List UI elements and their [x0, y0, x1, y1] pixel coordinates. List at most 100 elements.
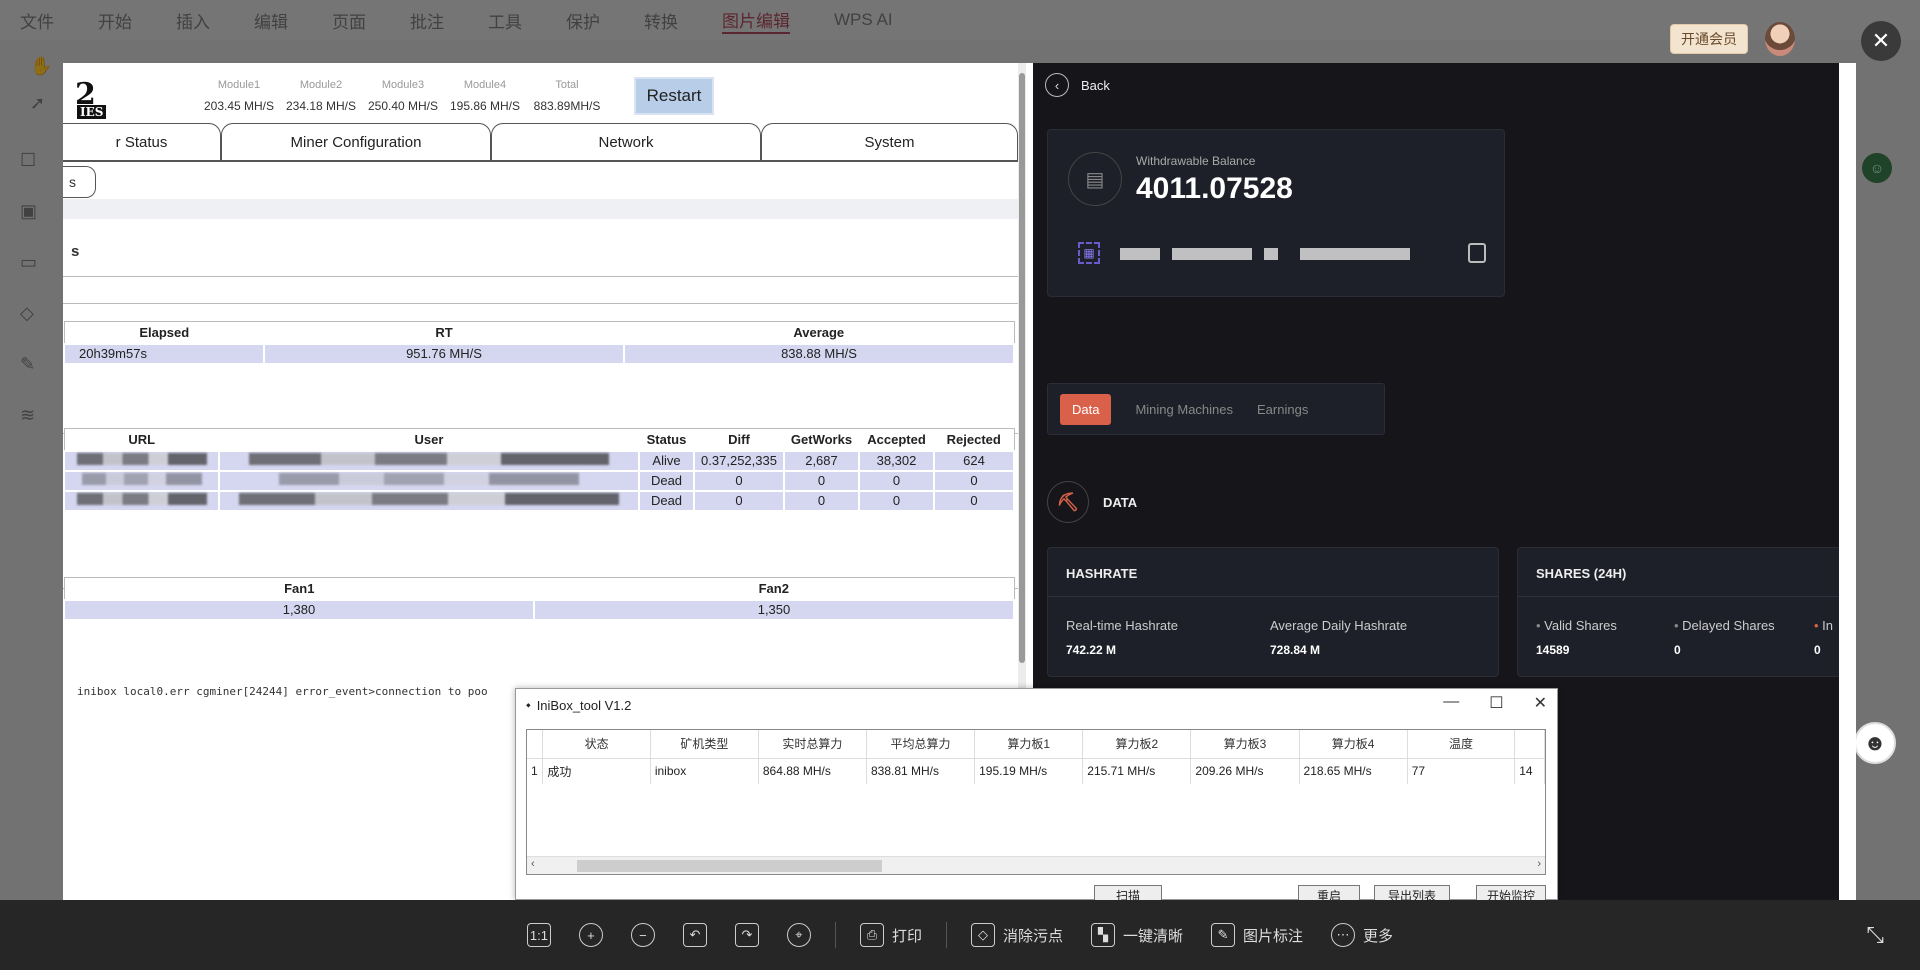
valid-dot-icon: •: [1536, 618, 1545, 633]
rotate-left-icon: ↶: [682, 923, 707, 947]
tab-status[interactable]: r Status: [63, 123, 221, 161]
exit-fullscreen-icon[interactable]: ⤡: [1866, 922, 1884, 948]
delayed-dot-icon: •: [1674, 618, 1683, 633]
fan1-value: 1,380: [63, 598, 535, 621]
col-extra: [1514, 730, 1545, 759]
more-button[interactable]: ⋯ 更多: [1317, 923, 1407, 947]
redacted-text: [76, 493, 207, 505]
vertical-scrollbar[interactable]: [1018, 63, 1026, 688]
zoom-in-button[interactable]: +: [565, 923, 617, 947]
user-avatar[interactable]: [1765, 22, 1795, 56]
rotate-right-button[interactable]: ↷: [721, 923, 773, 947]
toolbar-separator: [945, 922, 947, 948]
divider: [1048, 596, 1498, 597]
col-temperature: 温度: [1407, 730, 1516, 759]
section-title: s: [71, 243, 80, 260]
redacted-text: [81, 473, 202, 485]
col-url: URL: [64, 428, 219, 451]
sharpen-icon: ▚: [1090, 923, 1115, 947]
table-row: 1,380 1,350: [63, 598, 1015, 621]
table-row[interactable]: 1 成功 inibox 864.88 MH/s 838.81 MH/s 195.…: [527, 758, 1545, 784]
metric-value: 14589: [1536, 643, 1570, 657]
data-heading: ⛏ DATA: [1047, 481, 1137, 523]
wallet-icon: ▤: [1068, 152, 1122, 206]
tab-data[interactable]: Data: [1060, 393, 1112, 425]
valid-shares: • Valid Shares 14589: [1536, 618, 1617, 657]
module-label: Module1: [217, 79, 261, 91]
restart-button[interactable]: Restart: [634, 77, 714, 115]
back-button[interactable]: ‹ Back: [1045, 73, 1110, 97]
one-click-clear-label: 一键清晰: [1122, 927, 1183, 945]
module-value: 195.86 MH/S: [449, 99, 521, 113]
scroll-right-icon[interactable]: ›: [1537, 858, 1541, 870]
module-hashrates: Module1 203.45 MH/S Module2 234.18 MH/S Mo…: [203, 79, 603, 113]
horizontal-scrollbar[interactable]: ‹ ›: [527, 856, 1545, 874]
col-index: [527, 730, 544, 759]
cell-extra: 14: [1514, 758, 1545, 784]
location-button[interactable]: ⌖: [773, 923, 825, 947]
balance-value: 4011.07528: [1136, 172, 1293, 205]
redacted-text: [1300, 248, 1410, 260]
zoom-in-icon: +: [578, 923, 603, 947]
redacted-text: [76, 453, 207, 465]
printer-icon: ⎙: [859, 923, 884, 947]
close-icon[interactable]: ✕: [1861, 21, 1901, 61]
scrollbar-thumb[interactable]: [1019, 73, 1025, 663]
cell-miner-type: inibox: [650, 758, 759, 784]
remove-spots-button[interactable]: ◇ 消除污点: [957, 923, 1077, 947]
annotate-pen-icon: ✎: [1211, 923, 1235, 947]
dashboard-tabs: Data Mining Machines Earnings: [1047, 383, 1385, 435]
restart-button[interactable]: 重启: [1298, 885, 1360, 900]
tab-miner-configuration[interactable]: Miner Configuration: [221, 123, 491, 161]
row-index: 1: [527, 758, 544, 784]
scroll-left-icon[interactable]: ‹: [531, 858, 535, 870]
col-fan1: Fan1: [64, 577, 534, 600]
copy-icon[interactable]: [1468, 243, 1486, 263]
col-diff: Diff: [694, 428, 784, 451]
tab-system[interactable]: System: [761, 123, 1018, 161]
maximize-icon[interactable]: ☐: [1489, 693, 1503, 713]
actual-size-button[interactable]: 1:1: [513, 923, 565, 947]
col-rt: RT: [264, 321, 624, 344]
pool-diff: 0: [693, 469, 785, 492]
vip-button[interactable]: 开通会员: [1670, 24, 1748, 54]
start-monitor-button[interactable]: 开始监控: [1476, 885, 1546, 900]
scan-icon[interactable]: ▦: [1078, 242, 1100, 264]
module-4: Module4 195.86 MH/S: [449, 79, 521, 113]
user-redacted: [218, 489, 640, 512]
assistant-avatar[interactable]: ☻: [1854, 722, 1896, 764]
print-button[interactable]: ⎙ 打印: [846, 923, 936, 947]
tab-mining-machines[interactable]: Mining Machines: [1135, 402, 1233, 417]
scrollbar-thumb[interactable]: [577, 860, 882, 872]
pool-status: Dead: [638, 489, 695, 512]
rotate-left-button[interactable]: ↶: [669, 923, 721, 947]
minimize-icon[interactable]: —: [1443, 693, 1459, 713]
table-row: Alive 0.37,252,335 2,687 38,302 624: [63, 449, 1015, 472]
tab-earnings[interactable]: Earnings: [1257, 402, 1308, 417]
metric-label: Average Daily Hashrate: [1270, 618, 1408, 633]
export-list-button[interactable]: 导出列表: [1374, 885, 1450, 900]
col-user: User: [219, 428, 639, 451]
subtab-status[interactable]: s: [63, 166, 96, 198]
invalid-dot-icon: •: [1814, 618, 1823, 633]
wallet-address-redacted: [1120, 248, 1410, 260]
remove-spots-label: 消除污点: [1002, 927, 1063, 945]
pools-table: URL User Status Diff GetWorks Accepted R…: [63, 428, 1015, 512]
pool-getworks: 0: [783, 489, 860, 512]
tabs-divider: [63, 160, 1018, 162]
print-label: 打印: [891, 927, 922, 945]
cell-status: 成功: [542, 758, 651, 784]
cell-temperature: 77: [1407, 758, 1516, 784]
zoom-out-button[interactable]: −: [617, 923, 669, 947]
image-annotate-button[interactable]: ✎ 图片标注: [1197, 923, 1317, 947]
metric-value: 0: [1814, 643, 1821, 657]
toolbar-separator: [834, 922, 836, 948]
close-icon[interactable]: ✕: [1534, 693, 1547, 713]
module-value: 234.18 MH/S: [285, 99, 357, 113]
col-board2: 算力板2: [1082, 730, 1192, 759]
scan-button[interactable]: 扫描: [1094, 885, 1162, 900]
one-click-clear-button[interactable]: ▚ 一键清晰: [1077, 923, 1197, 947]
image-annotate-label: 图片标注: [1243, 927, 1304, 945]
data-heading-label: DATA: [1103, 494, 1138, 510]
tab-network[interactable]: Network: [491, 123, 761, 161]
